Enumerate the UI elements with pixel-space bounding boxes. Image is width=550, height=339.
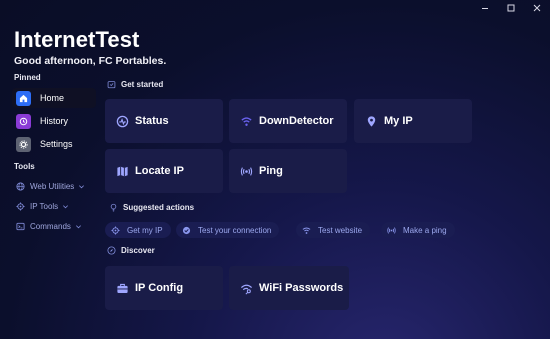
home-icon (16, 90, 31, 106)
rocket-icon (107, 80, 116, 89)
suggested-actions-label: Suggested actions (123, 203, 195, 212)
my-ip-card[interactable]: My IP (354, 99, 472, 143)
close-icon (533, 4, 541, 12)
sidebar-item-label: History (40, 116, 69, 126)
sidebar-item-ip-tools[interactable]: IP Tools (15, 199, 69, 213)
sidebar-item-commands[interactable]: Commands (15, 219, 82, 233)
map-icon (115, 164, 129, 178)
maximize-icon (507, 4, 515, 12)
wifi-key-icon (239, 281, 253, 295)
card-label: My IP (384, 115, 413, 127)
discover-heading: Discover (107, 246, 155, 255)
wifi-passwords-card[interactable]: WiFi Passwords (229, 266, 349, 310)
sidebar-item-home[interactable]: Home (12, 88, 96, 108)
check-circle-icon (182, 226, 191, 235)
wifi-icon (239, 114, 253, 128)
action-get-my-ip[interactable]: Get my IP (105, 222, 171, 238)
gear-icon (16, 136, 31, 152)
get-started-heading: Get started (107, 80, 163, 89)
ip-config-card[interactable]: IP Config (105, 266, 223, 310)
status-icon (115, 114, 129, 128)
chip-label: Make a ping (403, 225, 447, 235)
get-started-label: Get started (121, 80, 164, 89)
suggested-actions-heading: Suggested actions (109, 203, 194, 212)
close-button[interactable] (524, 0, 550, 16)
sidebar-item-label: Settings (40, 139, 73, 149)
status-card[interactable]: Status (105, 99, 223, 143)
card-label: WiFi Passwords (259, 282, 344, 294)
sidebar-item-label: Web Utilities (30, 181, 75, 191)
chevron-down-icon (75, 223, 82, 230)
downdetector-card[interactable]: DownDetector (229, 99, 347, 143)
card-label: DownDetector (259, 115, 334, 127)
app-title: InternetTest (14, 27, 140, 52)
locate-ip-card[interactable]: Locate IP (105, 149, 223, 193)
sidebar-item-history[interactable]: History (12, 111, 96, 131)
compass-icon (107, 246, 116, 255)
location-icon (111, 225, 120, 235)
chip-label: Test your connection (198, 225, 272, 235)
card-label: Locate IP (135, 165, 184, 177)
action-test-website[interactable]: Test website (296, 222, 371, 238)
location-icon (15, 201, 25, 211)
chip-label: Test website (318, 225, 363, 235)
sidebar-item-label: Commands (30, 221, 71, 231)
ping-icon (387, 226, 396, 235)
action-make-ping[interactable]: Make a ping (381, 222, 455, 238)
sidebar-item-label: Home (40, 93, 65, 103)
ping-card[interactable]: Ping (229, 149, 347, 193)
window-controls (472, 0, 550, 16)
wifi-icon (302, 226, 311, 235)
history-icon (16, 113, 31, 129)
sidebar-item-web-utilities[interactable]: Web Utilities (15, 179, 85, 193)
minimize-icon (482, 8, 488, 9)
tools-section-label: Tools (14, 162, 35, 171)
chevron-down-icon (78, 183, 85, 190)
card-label: IP Config (135, 282, 184, 294)
ping-icon (239, 164, 253, 178)
command-icon (15, 221, 25, 231)
toolbox-icon (115, 281, 129, 295)
sidebar-item-settings[interactable]: Settings (12, 134, 96, 154)
sidebar-item-label: IP Tools (30, 201, 59, 211)
chip-label: Get my IP (127, 225, 163, 235)
pinned-section-label: Pinned (14, 73, 41, 82)
card-label: Ping (259, 165, 283, 177)
action-test-connection[interactable]: Test your connection (176, 222, 280, 238)
location-pin-icon (364, 114, 378, 128)
discover-label: Discover (121, 246, 155, 255)
card-label: Status (135, 115, 169, 127)
lightbulb-icon (109, 203, 118, 212)
maximize-button[interactable] (498, 0, 524, 16)
chevron-down-icon (62, 203, 69, 210)
globe-icon (15, 181, 25, 191)
greeting-text: Good afternoon, FC Portables. (14, 55, 167, 67)
minimize-button[interactable] (472, 0, 498, 16)
